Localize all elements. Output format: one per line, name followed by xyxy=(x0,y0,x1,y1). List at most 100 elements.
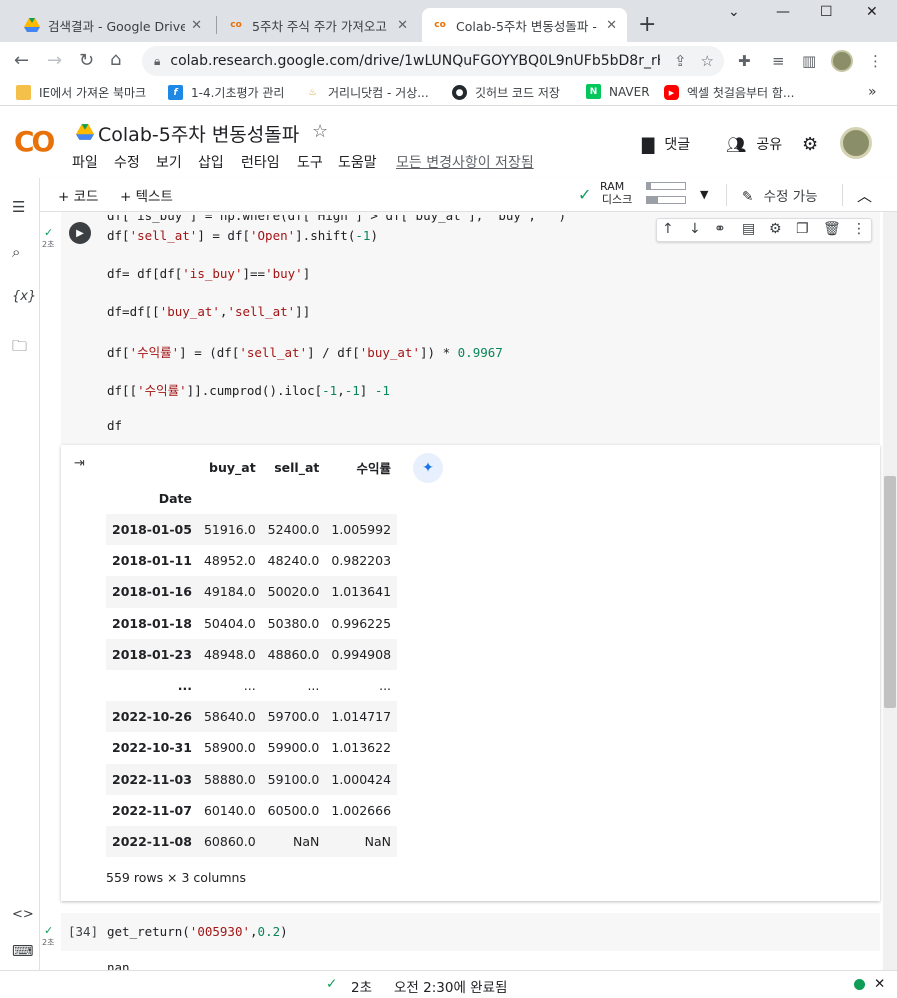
bookmark-star-icon[interactable]: ☆ xyxy=(701,52,714,70)
new-tab-button[interactable]: + xyxy=(638,12,656,37)
code-token: ]] xyxy=(295,304,311,319)
bookmarks-more[interactable]: » xyxy=(868,84,877,100)
table-row: 2018-01-23 48948.0 48860.0 0.994908 xyxy=(106,638,398,670)
extensions-icon[interactable]: ✚ xyxy=(738,52,751,70)
browser-tab-stock[interactable]: co 5주차 주식 주가 가져오고 ✕ xyxy=(218,8,418,42)
star-icon[interactable]: ☆ xyxy=(312,121,328,142)
bookmark-github[interactable]: ● 깃허브 코드 저장 xyxy=(452,84,560,101)
close-icon[interactable]: ✕ xyxy=(191,18,202,33)
scrollbar-thumb[interactable] xyxy=(884,476,896,708)
more-menu-icon[interactable]: ⋮ xyxy=(868,52,883,70)
menu-edit[interactable]: 수정 xyxy=(114,152,140,172)
mirror-cell-icon[interactable]: ❐ xyxy=(796,221,809,237)
user-avatar[interactable] xyxy=(840,127,872,159)
code-cell[interactable] xyxy=(61,212,880,445)
code-token: 'buy_at' xyxy=(359,345,420,360)
profile-avatar[interactable] xyxy=(831,50,853,72)
bookmark-basic-eval[interactable]: f 1-4.기초평가 관리 xyxy=(168,84,284,101)
menu-file[interactable]: 파일 xyxy=(72,152,98,172)
menu-view[interactable]: 보기 xyxy=(156,152,182,172)
browser-tab-colab-active[interactable]: co Colab-5주차 변동성돌파 - ✕ xyxy=(422,8,627,42)
colab-logo[interactable]: CO xyxy=(14,125,55,158)
close-status-icon[interactable]: ✕ xyxy=(874,976,885,992)
code-token: ] = df[ xyxy=(197,228,250,243)
search-icon[interactable]: ⌕ xyxy=(12,243,20,261)
code-line[interactable]: df xyxy=(107,418,122,433)
play-icon: ▶ xyxy=(76,227,84,239)
code-line[interactable]: df['수익률'] = (df['sell_at'] / df['buy_at'… xyxy=(107,342,503,361)
table-cell: 0.996225 xyxy=(331,615,392,631)
menu-insert[interactable]: 삽입 xyxy=(198,152,224,172)
variables-icon[interactable]: {x} xyxy=(12,289,36,304)
code-line[interactable]: get_return('005930',0.2) xyxy=(107,924,288,939)
code-token: ]== xyxy=(242,266,266,281)
code-snippets-icon[interactable]: <> xyxy=(12,907,34,922)
row-index: 2018-01-11 xyxy=(112,553,192,569)
output-actions-icon[interactable]: ⇥ xyxy=(74,456,85,471)
address-bar[interactable]: 🔒︎ colab.research.google.com/drive/1wLUN… xyxy=(142,46,724,76)
execution-success-icon: ✓ xyxy=(44,924,54,937)
move-down-icon[interactable]: ↓ xyxy=(689,221,701,237)
resource-monitor[interactable]: RAM 디스크 xyxy=(600,180,632,206)
browser-tab-drive[interactable]: 검색결과 - Google Drive ✕ xyxy=(14,8,212,42)
cell-settings-icon[interactable]: ⚙ xyxy=(769,221,782,237)
bookmark-excel-youtube[interactable]: ▶ 엑셀 첫걸음부터 함... xyxy=(664,84,794,101)
add-code-button[interactable]: + 코드 xyxy=(58,185,98,205)
comment-button[interactable]: ▇ 댓글 xyxy=(642,134,690,154)
disk-usage-bar xyxy=(646,196,686,204)
window-close-icon[interactable]: ✕ xyxy=(866,4,878,20)
settings-gear-icon[interactable]: ⚙ xyxy=(802,134,818,155)
comment-icon[interactable]: ▤ xyxy=(742,221,755,237)
link-icon[interactable]: ⚭ xyxy=(714,221,726,237)
reload-icon[interactable]: ↻ xyxy=(79,50,94,71)
bookmark-ie[interactable]: IE에서 가져온 북마크 xyxy=(16,84,146,101)
tab-search-icon[interactable]: ⌄ xyxy=(728,4,740,20)
move-up-icon[interactable]: ↑ xyxy=(662,221,674,237)
runtime-dropdown-icon[interactable]: ▼ xyxy=(700,188,708,201)
table-row: ............ xyxy=(106,669,398,702)
menu-tools[interactable]: 도구 xyxy=(297,152,323,172)
bookmark-georini[interactable]: ♨ 거리니닷컴 - 거상... xyxy=(305,84,428,101)
status-completed[interactable]: 오전 2:30에 완료됨 xyxy=(394,976,507,996)
menu-runtime[interactable]: 런타임 xyxy=(241,152,280,172)
home-icon[interactable]: ⌂ xyxy=(110,49,121,70)
row-index: 2022-11-08 xyxy=(112,833,192,849)
collapse-header-icon[interactable]: ︿ xyxy=(857,185,872,206)
tab-title: 검색결과 - Google Drive xyxy=(48,18,186,34)
code-line[interactable]: df['sell_at'] = df['Open'].shift(-1) xyxy=(107,228,378,243)
table-row: 2022-10-26 58640.0 59700.0 1.014717 xyxy=(106,701,398,733)
dataframe-table: buy_at sell_at 수익률 Date 2018-01-05 51916.… xyxy=(106,452,398,858)
table-cell: 60140.0 xyxy=(203,802,256,818)
code-line[interactable]: df= df[df['is_buy']=='buy'] xyxy=(107,266,310,281)
close-icon[interactable]: ✕ xyxy=(606,18,617,33)
maximize-icon[interactable]: ☐ xyxy=(820,4,833,20)
close-icon[interactable]: ✕ xyxy=(397,18,408,33)
side-panel-icon[interactable]: ▥ xyxy=(802,52,816,70)
code-line[interactable]: df=df[['buy_at','sell_at']] xyxy=(107,304,310,319)
code-token: , xyxy=(337,383,345,398)
back-icon[interactable]: ← xyxy=(14,50,29,71)
run-cell-button[interactable]: ▶ xyxy=(69,222,91,244)
minimize-icon[interactable]: — xyxy=(776,4,790,20)
command-palette-icon[interactable]: ⌨ xyxy=(12,942,34,960)
execution-count: [34] xyxy=(68,924,99,939)
delete-icon[interactable]: 🗑︎ xyxy=(823,221,841,237)
notebook-title[interactable]: Colab-5주차 변동성돌파 xyxy=(98,120,299,147)
share-page-icon[interactable]: ⇪ xyxy=(674,52,687,70)
table-cell: 58880.0 xyxy=(203,771,256,787)
table-row: 2018-01-11 48952.0 48240.0 0.982203 xyxy=(106,545,398,577)
add-text-button[interactable]: + 텍스트 xyxy=(120,185,173,205)
more-options-icon[interactable]: ⋮ xyxy=(852,221,866,237)
dataframe-suggest-icon[interactable]: ✦ xyxy=(413,453,443,483)
edit-mode-button[interactable]: ✎ 수정 가능 xyxy=(742,185,818,205)
saved-status[interactable]: 모든 변경사항이 저장됨 xyxy=(396,152,534,172)
forward-icon[interactable]: → xyxy=(47,50,62,71)
share-button[interactable]: 👥︎ 공유 xyxy=(726,134,782,154)
menu-help[interactable]: 도움말 xyxy=(338,152,377,172)
table-of-contents-icon[interactable]: ☰ xyxy=(12,198,25,216)
bookmark-naver[interactable]: N NAVER xyxy=(586,84,650,99)
code-line[interactable]: df[['수익률']].cumprod().iloc[-1,-1] -1 xyxy=(107,380,390,399)
execution-success-icon: ✓ xyxy=(44,226,54,239)
files-folder-icon[interactable]: 🗀︎ xyxy=(12,336,27,361)
media-control-icon[interactable]: ≡ xyxy=(772,52,785,70)
